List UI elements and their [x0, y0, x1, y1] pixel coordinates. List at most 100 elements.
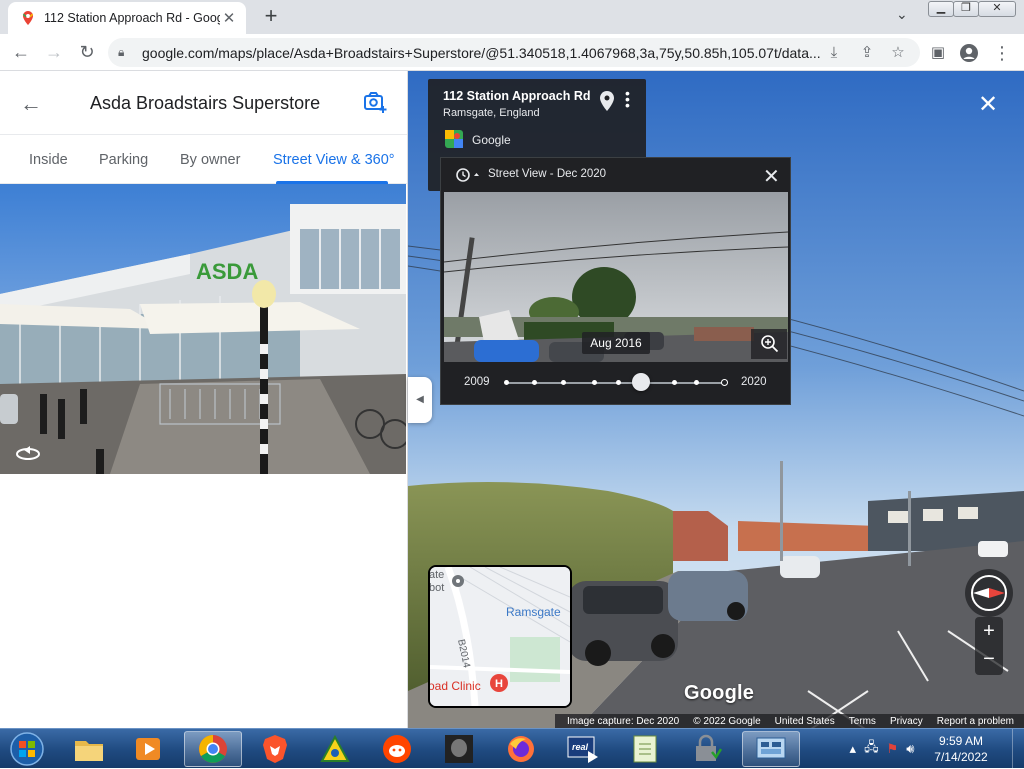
terms-link[interactable]: Terms	[849, 716, 876, 727]
compass-icon[interactable]	[965, 569, 1013, 617]
flag-icon[interactable]: ⚑	[887, 741, 899, 757]
address-bar[interactable]: 🔒︎ google.com/maps/place/Asda+Broadstair…	[108, 38, 920, 67]
clock-date: 7/14/2022	[934, 750, 988, 764]
address-title: 112 Station Approach Rd	[443, 89, 591, 103]
start-button[interactable]	[2, 731, 52, 767]
toolbar: ← → ↻ 🔒︎ google.com/maps/place/Asda+Broa…	[0, 34, 1024, 71]
minimize-button[interactable]: ▁	[928, 1, 954, 17]
slider-start-year: 2009	[464, 376, 490, 388]
chrome-menu-icon[interactable]: ⋮	[992, 43, 1012, 63]
tab-street-view[interactable]: Street View & 360°	[273, 152, 395, 168]
imagery-source[interactable]: Google	[472, 133, 511, 147]
tab-close-icon[interactable]: ✕	[220, 9, 238, 27]
place-title: Asda Broadstairs Superstore	[90, 93, 321, 113]
google-watermark: Google	[684, 682, 755, 704]
collapse-panel-button[interactable]: ◀	[408, 377, 432, 423]
tab-inside[interactable]: Inside	[29, 152, 68, 168]
time-machine-panel: Street View - Dec 2020 ✕ Aug 2016 2009 2…	[440, 157, 791, 405]
security-icon[interactable]	[680, 731, 734, 767]
slider-knob[interactable]	[632, 373, 651, 391]
clock-time: 9:59 AM	[938, 734, 984, 748]
mini-map[interactable]: Ramsgate B2014 oad Clinic H ate bot	[428, 565, 572, 708]
side-panel-icon[interactable]: ▣	[928, 43, 948, 63]
back-arrow-icon[interactable]: ←	[20, 91, 42, 117]
slider-track[interactable]	[506, 382, 724, 384]
close-window-button[interactable]: ✕	[978, 1, 1016, 17]
svg-text:real: real	[572, 742, 589, 752]
add-photo-icon[interactable]	[362, 89, 388, 115]
slider-tick[interactable]	[504, 380, 509, 385]
tab-by-owner[interactable]: By owner	[180, 152, 240, 168]
time-machine-title: Street View - Dec 2020	[488, 168, 607, 180]
media-player-icon[interactable]	[122, 731, 176, 767]
asda-sign: ASDA	[196, 259, 258, 284]
url-text[interactable]: google.com/maps/place/Asda+Broadstairs+S…	[142, 45, 910, 61]
map-label-partial-2: bot	[430, 582, 444, 594]
browser-tab[interactable]: 112 Station Approach Rd - Goog ✕	[8, 2, 246, 34]
slider-current-tick[interactable]	[721, 379, 728, 386]
slider-tick[interactable]	[561, 380, 566, 385]
close-time-machine-icon[interactable]: ✕	[763, 164, 780, 189]
tab-search-chevron-icon[interactable]: ⌄	[896, 6, 908, 23]
zoom-out-button[interactable]: −	[975, 645, 1003, 673]
reddit-icon[interactable]	[370, 731, 424, 767]
share-icon[interactable]: ⇪	[857, 43, 877, 63]
slider-tick[interactable]	[592, 380, 597, 385]
volume-icon[interactable]: 🔊︎	[906, 741, 914, 757]
map-label-town: Ramsgate	[506, 605, 561, 619]
app-triangle-icon[interactable]	[308, 731, 362, 767]
image-capture-date: Image capture: Dec 2020	[566, 715, 680, 727]
history-clock-icon[interactable]	[455, 167, 483, 183]
street-view-photo[interactable]: ASDA	[0, 184, 406, 474]
taskbar: real ▴ 🖧︎ ⚑ 🔊︎ 9:59 AM 7/14/2022	[0, 728, 1024, 769]
notepad-icon[interactable]	[618, 731, 672, 767]
profile-avatar-icon[interactable]	[959, 43, 979, 63]
hover-date-label: Aug 2016	[582, 332, 650, 354]
bookmark-star-icon[interactable]: ☆	[888, 43, 908, 63]
maximize-button[interactable]: ❐	[953, 1, 979, 17]
slider-tick[interactable]	[532, 380, 537, 385]
file-explorer-icon[interactable]	[62, 731, 116, 767]
region-link[interactable]: United States	[775, 716, 835, 727]
network-icon[interactable]: 🖧︎	[864, 738, 879, 760]
brave-icon[interactable]	[248, 731, 302, 767]
new-tab-button[interactable]: +	[258, 4, 284, 30]
privacy-link[interactable]: Privacy	[890, 716, 923, 727]
close-street-view-icon[interactable]: ✕	[978, 90, 998, 119]
chrome-taskbar-icon[interactable]	[184, 731, 242, 767]
realplayer-icon[interactable]: real	[556, 731, 610, 767]
report-problem-link[interactable]: Report a problem	[937, 716, 1014, 727]
map-label-partial-1: ate	[430, 569, 444, 581]
slider-end-year: 2020	[741, 376, 767, 388]
google-maps-logo-icon	[445, 130, 463, 148]
tab-title: 112 Station Approach Rd - Goog	[44, 11, 220, 25]
location-pin-icon[interactable]	[600, 91, 614, 111]
hospital-letter: H	[495, 678, 503, 690]
year-slider[interactable]: 2009 2020	[441, 368, 790, 404]
system-tray: ▴ 🖧︎ ⚑ 🔊︎	[842, 731, 922, 767]
slider-tick[interactable]	[672, 380, 677, 385]
zoom-in-button[interactable]: +	[975, 617, 1003, 645]
lock-icon: 🔒︎	[118, 45, 125, 59]
app-dark-icon[interactable]	[432, 731, 486, 767]
forward-icon[interactable]: →	[42, 41, 66, 65]
tab-parking[interactable]: Parking	[99, 152, 148, 168]
slider-tick[interactable]	[616, 380, 621, 385]
address-city: Ramsgate, England	[443, 107, 540, 119]
tab-strip: 112 Station Approach Rd - Goog ✕ + ⌄ ▁ ❐…	[0, 0, 1024, 34]
map-label-clinic: oad Clinic	[430, 679, 481, 693]
show-hidden-icons-icon[interactable]: ▴	[850, 741, 857, 757]
reload-icon[interactable]: ↻	[75, 41, 99, 65]
slider-tick[interactable]	[694, 380, 699, 385]
place-photos-panel: ← Asda Broadstairs Superstore Inside Par…	[0, 71, 408, 728]
back-icon[interactable]: ←	[9, 41, 33, 65]
control-panel-icon[interactable]	[742, 731, 800, 767]
zoom-preview-icon[interactable]	[751, 329, 787, 359]
show-desktop-button[interactable]	[1012, 729, 1024, 769]
zoom-controls: + −	[975, 617, 1003, 675]
firefox-icon[interactable]	[494, 731, 548, 767]
more-options-icon[interactable]: • • •	[625, 86, 630, 112]
clock[interactable]: 9:59 AM 7/14/2022	[930, 733, 992, 765]
time-machine-header: Street View - Dec 2020 ✕	[441, 158, 790, 191]
download-icon[interactable]: ⤓	[824, 43, 844, 63]
